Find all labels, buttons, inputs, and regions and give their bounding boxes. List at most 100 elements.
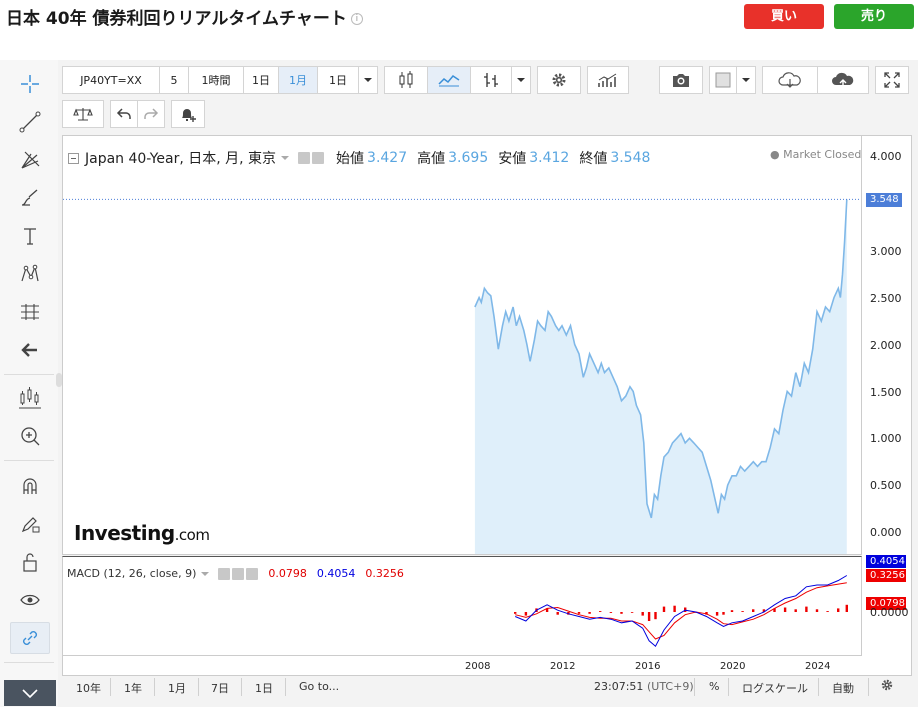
snapshot-button[interactable]: [659, 66, 703, 94]
clock-time: 23:07:51: [594, 680, 644, 693]
x-tick: 2008: [465, 661, 491, 672]
settings-small-icon[interactable]: [232, 567, 245, 580]
add-alert-button[interactable]: [171, 100, 205, 128]
macd-histogram-bar: [588, 612, 591, 614]
macd-histogram-bar: [647, 612, 651, 621]
brush-tool[interactable]: [10, 182, 50, 214]
fib-tool[interactable]: [10, 144, 50, 176]
visibility-tool[interactable]: [10, 584, 50, 616]
y-tick: 3.000: [870, 245, 902, 258]
redo-icon: [144, 108, 159, 119]
crosshair-icon: [21, 75, 39, 93]
load-cloud-button[interactable]: [762, 66, 818, 94]
percent-scale-toggle[interactable]: %: [709, 680, 719, 693]
redo-button[interactable]: [137, 100, 165, 128]
macd-signal-value: 0.3256: [365, 567, 404, 580]
timezone-label[interactable]: (UTC+9): [647, 680, 694, 693]
macd-histogram-bar: [514, 612, 517, 614]
market-status: ● Market Closed: [770, 148, 862, 161]
caret-down-icon[interactable]: [280, 153, 290, 163]
trendline-icon: [19, 111, 41, 133]
sell-button[interactable]: 売り: [834, 4, 914, 29]
last-price-label: 3.548: [866, 193, 902, 207]
x-tick: 2016: [635, 661, 661, 672]
area-chart-button[interactable]: [427, 66, 471, 94]
area-chart-icon: [438, 75, 460, 87]
eye-toggle-icon[interactable]: [298, 152, 311, 164]
price-chart: [63, 198, 861, 554]
high-value: 3.695: [448, 150, 489, 166]
signal-axis-label: 0.3256: [866, 569, 906, 582]
unlock-tool[interactable]: [10, 546, 50, 578]
market-status-text: Market Closed: [783, 148, 862, 161]
toolbar-divider: [4, 460, 54, 461]
settings-small-icon[interactable]: [312, 152, 325, 164]
crosshair-tool[interactable]: [10, 68, 50, 100]
y-tick: 2.000: [870, 339, 902, 352]
range-10y[interactable]: 10年: [76, 680, 101, 696]
eye-toggle-icon[interactable]: [218, 567, 231, 580]
zoom-icon: [21, 427, 40, 446]
signal-line: [515, 582, 847, 640]
low-value: 3.412: [529, 150, 570, 166]
toolbar-collapse-button[interactable]: [4, 680, 56, 706]
cloud-download-icon: [778, 72, 801, 88]
interval-5[interactable]: 5: [159, 66, 189, 94]
text-tool[interactable]: [10, 220, 50, 252]
brush-icon: [21, 189, 38, 206]
collapse-legend-icon[interactable]: [68, 152, 79, 164]
range-1d[interactable]: 1日: [255, 680, 273, 696]
y-tick: 2.500: [870, 292, 902, 305]
macd-zero-label: 0.0000: [870, 606, 909, 619]
fullscreen-button[interactable]: [875, 66, 909, 94]
gear-icon: [881, 679, 893, 691]
pitchfork-icon: [21, 151, 40, 169]
pattern-icon: [21, 264, 39, 282]
color-picker-button[interactable]: [709, 66, 737, 94]
chart-style-tool[interactable]: [10, 382, 50, 414]
candles-button[interactable]: [384, 66, 428, 94]
range-1y[interactable]: 1年: [124, 680, 142, 696]
range-1m[interactable]: 1月: [168, 680, 186, 696]
interval-1d[interactable]: 1日: [243, 66, 279, 94]
interval-1m[interactable]: 1月: [278, 66, 318, 94]
color-dropdown-arrow[interactable]: [736, 66, 756, 94]
range-7d[interactable]: 7日: [211, 680, 229, 696]
buy-button[interactable]: 買い: [744, 4, 824, 29]
chart-properties-button[interactable]: [880, 678, 894, 695]
undo-button[interactable]: [110, 100, 138, 128]
trendline-tool[interactable]: [10, 106, 50, 138]
interval-dropdown[interactable]: 1日: [317, 66, 359, 94]
y-tick: 1.000: [870, 432, 902, 445]
settings-button[interactable]: [537, 66, 581, 94]
legend-symbol: Japan 40-Year, 日本, 月, 東京: [85, 151, 277, 167]
bars-button[interactable]: [470, 66, 512, 94]
macd-histogram-bar: [837, 608, 840, 612]
symbol-input[interactable]: JP40YT=XX: [62, 66, 160, 94]
compare-button[interactable]: [62, 100, 104, 128]
caret-down-icon[interactable]: [200, 569, 210, 579]
info-icon[interactable]: i: [350, 13, 363, 25]
zoom-tool[interactable]: [10, 420, 50, 452]
lock-drawing-tool[interactable]: [10, 508, 50, 540]
close-icon[interactable]: [246, 567, 259, 580]
link-tool[interactable]: [10, 622, 50, 654]
macd-line: [515, 575, 848, 647]
style-dropdown-arrow[interactable]: [511, 66, 531, 94]
measure-tool[interactable]: [10, 296, 50, 328]
interval-dropdown-arrow[interactable]: [358, 66, 378, 94]
save-cloud-button[interactable]: [817, 66, 869, 94]
interval-1h[interactable]: 1時間: [188, 66, 244, 94]
back-tool[interactable]: [10, 334, 50, 366]
y-tick: 0.000: [870, 526, 902, 539]
high-label: 高値: [417, 151, 446, 167]
magnet-tool[interactable]: [10, 470, 50, 502]
log-scale-toggle[interactable]: ログスケール: [742, 680, 808, 696]
goto-date-button[interactable]: Go to...: [299, 680, 339, 693]
indicators-button[interactable]: [587, 66, 629, 94]
color-swatch-icon: [715, 72, 731, 88]
bottom-divider: [154, 678, 155, 696]
auto-scale-toggle[interactable]: 自動: [832, 680, 854, 696]
pattern-tool[interactable]: [10, 258, 50, 290]
magnet-icon: [23, 478, 37, 494]
